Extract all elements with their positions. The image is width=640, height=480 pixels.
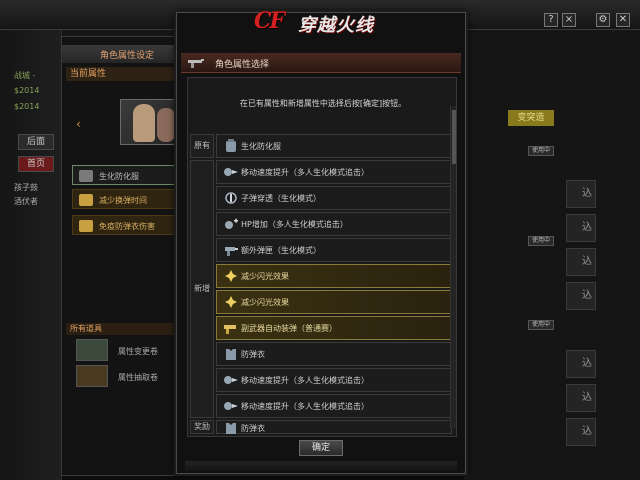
shield-icon xyxy=(79,220,93,232)
gun-icon xyxy=(188,59,204,68)
left-item: $2014 xyxy=(14,102,40,111)
modal-bottom-bar xyxy=(185,461,457,471)
category-existing: 原有 xyxy=(190,134,214,158)
instruction-text: 在已有属性和新增属性中选择后按[确定]按钮。 xyxy=(239,99,407,108)
vest-icon xyxy=(226,423,236,434)
attribute-option-label: HP增加（多人生化模式追击） xyxy=(241,220,348,229)
left-item: 战城 - xyxy=(14,71,36,80)
attribute-option-label: 减少闪光效果 xyxy=(241,272,289,281)
armor-icon xyxy=(79,170,93,182)
left-strip: 战城 - $2014 $2014 后面 首页 孩子鼓 酒伏者 xyxy=(0,30,62,480)
attribute-list: 原有 生化防化服 新增 移动速度提升（多人生化模式追击） 子弹穿透（生化模式） … xyxy=(188,124,458,434)
in-use-tag: 使用中 xyxy=(528,236,554,246)
attribute-option[interactable]: 移动速度提升（多人生化模式追击） xyxy=(216,368,452,392)
speed-icon xyxy=(224,402,238,410)
attribute-option[interactable]: 减少闪光效果 xyxy=(216,264,452,288)
logo-name: 穿越火线 xyxy=(298,15,374,36)
attribute-option-label: 移动速度提升（多人生化模式追击） xyxy=(241,168,369,177)
flash-icon xyxy=(225,296,237,308)
item-thumbnail xyxy=(76,365,108,387)
list-scrollbar[interactable] xyxy=(450,106,456,428)
game-logo: CF 穿越火线 xyxy=(248,2,394,42)
left-item: 孩子鼓 xyxy=(14,183,38,192)
left-tab[interactable]: 后面 xyxy=(18,134,54,150)
magazine-icon xyxy=(225,247,238,256)
attribute-option-label: 移动速度提升（多人生化模式追击） xyxy=(241,402,369,411)
window-close-icon[interactable]: ✕ xyxy=(616,13,630,27)
flash-icon xyxy=(225,270,237,282)
attribute-option-label: 副武器自动装弹（普通赛） xyxy=(241,324,337,333)
attribute-option-label: 防弹衣 xyxy=(241,424,265,433)
category-reward: 奖励 xyxy=(190,420,214,434)
right-button[interactable]: 込 xyxy=(566,214,596,242)
attribute-dialog-title: 角色属性设定 xyxy=(100,51,155,61)
speed-icon xyxy=(224,168,238,176)
speed-icon xyxy=(224,376,238,384)
armor-icon xyxy=(226,139,236,152)
left-item: 酒伏者 xyxy=(14,197,38,206)
attribute-option[interactable]: 副武器自动装弹（普通赛） xyxy=(216,316,452,340)
right-button[interactable]: 込 xyxy=(566,350,596,378)
bullet-icon xyxy=(225,192,237,204)
in-use-tag: 使用中 xyxy=(528,320,554,330)
attribute-option[interactable]: 移动速度提升（多人生化模式追击） xyxy=(216,394,452,418)
right-special-tag[interactable]: 变突造 xyxy=(508,110,554,126)
close-button[interactable]: × xyxy=(562,13,576,27)
attribute-option-label: 额外弹匣（生化模式） xyxy=(241,246,321,255)
attribute-option-label: 子弹穿透（生化模式） xyxy=(241,194,321,203)
right-button[interactable]: 込 xyxy=(566,418,596,446)
attribute-selection-modal: 角色属性选择 在已有属性和新增属性中选择后按[确定]按钮。 原有 生化防化服 新… xyxy=(176,12,466,474)
attribute-option[interactable]: 额外弹匣（生化模式） xyxy=(216,238,452,262)
prev-arrow-icon[interactable]: ‹ xyxy=(76,117,81,131)
help-button[interactable]: ? xyxy=(544,13,558,27)
attribute-option-label: 减少闪光效果 xyxy=(241,298,289,307)
attribute-option-label: 移动速度提升（多人生化模式追击） xyxy=(241,376,369,385)
vest-icon xyxy=(226,349,236,360)
left-tab[interactable]: 首页 xyxy=(18,156,54,172)
modal-title-bar: 角色属性选择 xyxy=(181,53,461,73)
attribute-option[interactable]: 生化防化服 xyxy=(216,134,452,158)
attribute-option[interactable]: HP增加（多人生化模式追击） xyxy=(216,212,452,236)
in-use-tag: 使用中 xyxy=(528,146,554,156)
item-thumbnail xyxy=(76,339,108,361)
right-button[interactable]: 込 xyxy=(566,248,596,276)
item-card-label: 属性抽取卷 xyxy=(118,373,158,382)
pistol-icon xyxy=(224,325,236,334)
attribute-option[interactable]: 防弹衣 xyxy=(216,342,452,366)
settings-icon[interactable]: ⚙ xyxy=(596,13,610,27)
attribute-option-label: 生化防化服 xyxy=(241,142,281,151)
right-button[interactable]: 込 xyxy=(566,180,596,208)
logo-cf: CF xyxy=(254,8,285,34)
attribute-row-label: 生化防化服 xyxy=(99,172,139,181)
hp-icon xyxy=(225,218,238,229)
right-button[interactable]: 込 xyxy=(566,282,596,310)
scrollbar-thumb[interactable] xyxy=(452,110,456,164)
modal-content: 在已有属性和新增属性中选择后按[确定]按钮。 原有 生化防化服 新增 移动速度提… xyxy=(187,77,457,437)
attribute-row-label: 免疫防弹衣伤害 xyxy=(99,222,155,231)
right-strip: 变突造 使用中 使用中 使用中 込 込 込 込 込 込 込 xyxy=(464,30,640,480)
item-card-label: 属性变更卷 xyxy=(118,347,158,356)
attribute-option[interactable]: 子弹穿透（生化模式） xyxy=(216,186,452,210)
attribute-option[interactable]: 减少闪光效果 xyxy=(216,290,452,314)
right-button[interactable]: 込 xyxy=(566,384,596,412)
confirm-button[interactable]: 确定 xyxy=(299,440,343,456)
attribute-option[interactable]: 移动速度提升（多人生化模式追击） xyxy=(216,160,452,184)
attribute-option-label: 防弹衣 xyxy=(241,350,265,359)
reload-icon xyxy=(79,194,93,206)
left-item: $2014 xyxy=(14,86,40,95)
attribute-option[interactable]: 防弹衣 xyxy=(216,420,452,434)
category-added: 新增 xyxy=(190,160,214,418)
attribute-row-label: 减少换弹时间 xyxy=(99,196,147,205)
modal-title: 角色属性选择 xyxy=(215,60,270,70)
